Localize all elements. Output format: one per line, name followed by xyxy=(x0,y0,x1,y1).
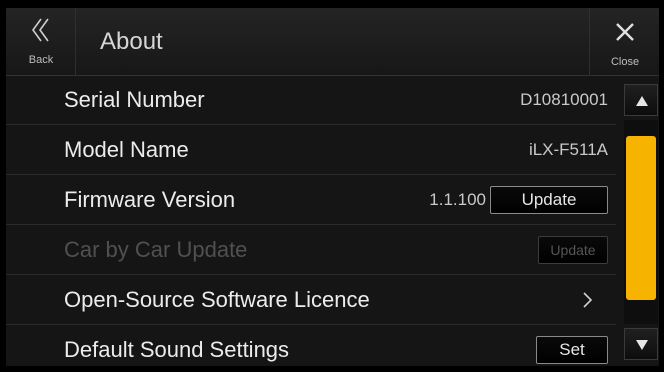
row-model-name: Model Name iLX-F511A xyxy=(6,126,616,175)
scroll-up-button[interactable] xyxy=(624,84,658,116)
scroll-down-button[interactable] xyxy=(624,328,658,360)
serial-number-value: D10810001 xyxy=(520,90,608,109)
firmware-update-button[interactable]: Update xyxy=(490,186,608,214)
row-label: Firmware Version xyxy=(64,187,236,212)
close-icon xyxy=(616,23,634,41)
row-label: Open-Source Software Licence xyxy=(64,287,370,312)
row-default-sound-settings: Default Sound Settings Set xyxy=(6,326,616,366)
row-serial-number: Serial Number D10810001 xyxy=(6,76,616,125)
back-button[interactable]: Back xyxy=(6,8,76,75)
scroll-down-arrow-icon xyxy=(636,340,648,350)
back-label: Back xyxy=(28,54,54,66)
row-open-source-licence[interactable]: Open-Source Software Licence xyxy=(6,276,616,325)
row-firmware-version: Firmware Version 1.1.100 Update xyxy=(6,176,616,225)
scroll-up-arrow-icon xyxy=(636,96,648,106)
row-label: Car by Car Update xyxy=(64,237,248,262)
back-chevrons-icon xyxy=(32,18,49,42)
row-car-by-car-update: Car by Car Update Update xyxy=(6,226,616,275)
close-button[interactable]: Close xyxy=(589,8,659,75)
car-by-car-update-button: Update xyxy=(538,236,608,264)
scroll-thumb[interactable] xyxy=(626,136,656,300)
firmware-version-value: 1.1.100 xyxy=(429,190,486,209)
settings-list: Serial Number D10810001 Model Name iLX-F… xyxy=(6,76,616,366)
model-name-value: iLX-F511A xyxy=(528,140,608,159)
header-bar: Back About Close xyxy=(6,8,659,76)
page-title: About xyxy=(100,28,163,55)
close-label: Close xyxy=(610,56,640,68)
scrollbar[interactable] xyxy=(624,84,658,360)
row-label: Model Name xyxy=(64,137,189,162)
scroll-track[interactable] xyxy=(624,120,658,324)
default-sound-set-button[interactable]: Set xyxy=(536,336,608,364)
about-screen: Back About Close Serial Number D10810001… xyxy=(6,8,659,366)
row-label: Default Sound Settings xyxy=(64,337,290,362)
chevron-right-icon xyxy=(583,292,593,308)
row-label: Serial Number xyxy=(64,87,205,112)
